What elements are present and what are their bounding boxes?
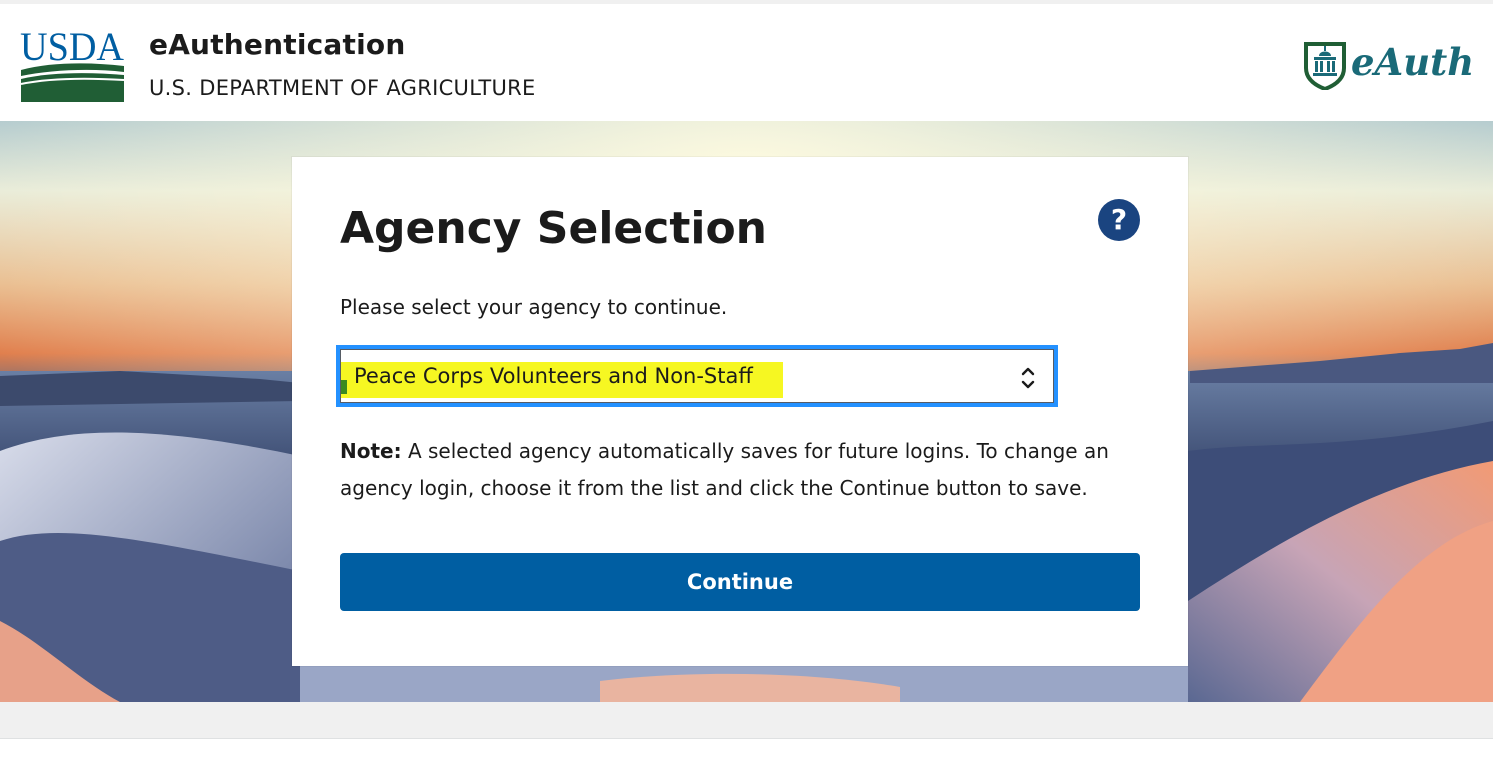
eauth-logo[interactable]: eAuth: [1303, 40, 1474, 92]
instructions-text: Please select your agency to continue.: [340, 295, 728, 319]
eauth-logo-text: eAuth: [1351, 40, 1475, 84]
site-header: USDA eAuthentication U.S. DEPARTMENT OF …: [0, 4, 1493, 121]
continue-button[interactable]: Continue: [340, 553, 1140, 611]
agency-selection-card: Agency Selection ? Please select your ag…: [292, 157, 1188, 666]
chevron-up-down-icon: [1021, 367, 1035, 389]
question-circle-icon[interactable]: ?: [1098, 199, 1140, 241]
highlight-marker: [341, 380, 347, 394]
agency-select[interactable]: Peace Corps Volunteers and Non-Staff: [336, 345, 1058, 407]
agency-select-value: Peace Corps Volunteers and Non-Staff: [354, 364, 753, 388]
footer-band: [0, 702, 1493, 739]
note-text: Note: A selected agency automatically sa…: [340, 433, 1120, 507]
app-subtitle: U.S. DEPARTMENT OF AGRICULTURE: [149, 76, 536, 100]
note-body: A selected agency automatically saves fo…: [340, 439, 1109, 500]
note-label: Note:: [340, 439, 402, 463]
agency-select-field[interactable]: Peace Corps Volunteers and Non-Staff: [340, 349, 1054, 403]
capitol-shield-icon: [1304, 42, 1346, 90]
app-title: eAuthentication: [149, 28, 406, 61]
page-title: Agency Selection: [340, 203, 768, 254]
usda-logo-text: USDA: [20, 26, 124, 69]
usda-logo[interactable]: USDA: [20, 26, 126, 102]
